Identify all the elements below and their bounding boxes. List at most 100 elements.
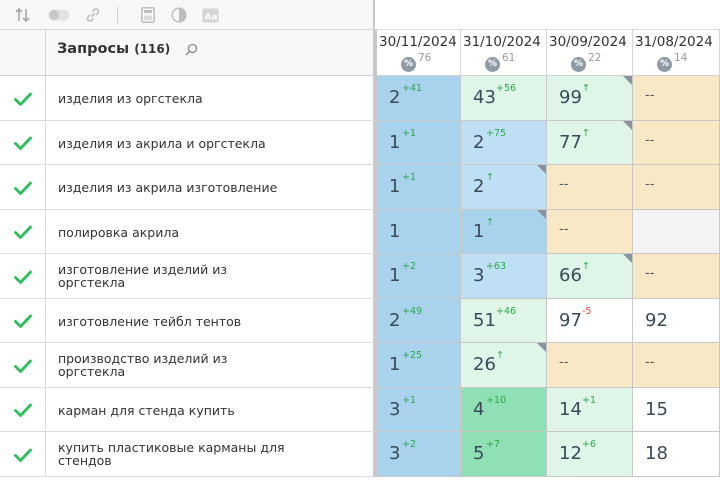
row-select-checkbox[interactable] xyxy=(0,254,46,299)
position-cell[interactable]: 1 +1 xyxy=(375,165,461,210)
query-cell[interactable]: изделия из оргстекла xyxy=(46,76,375,121)
position-value: 3 xyxy=(389,443,401,464)
position-change: ↑ xyxy=(582,261,590,272)
row-select-checkbox[interactable] xyxy=(0,299,46,343)
position-cell[interactable]: 4 +10 xyxy=(461,388,547,432)
position-change: +7 xyxy=(486,439,501,450)
row-select-checkbox[interactable] xyxy=(0,388,46,432)
checkmark-icon xyxy=(14,270,32,284)
position-cell[interactable]: 3 +63 xyxy=(461,254,547,299)
no-position: -- xyxy=(645,355,655,370)
position-change: ↑ xyxy=(486,217,494,228)
position-cell[interactable]: 43 +56 xyxy=(461,76,547,121)
contrast-icon[interactable] xyxy=(171,6,187,24)
position-cell[interactable]: 1 +1 xyxy=(375,121,461,165)
position-cell[interactable] xyxy=(633,210,720,254)
position-cell[interactable]: 77 ↑ xyxy=(547,121,633,165)
query-cell[interactable]: изделия из акрила изготовление xyxy=(46,165,375,210)
date-label: 31/08/2024 xyxy=(635,34,713,50)
calculator-icon[interactable] xyxy=(140,6,156,24)
date-column-header[interactable]: 30/11/2024% 76 xyxy=(375,30,461,76)
query-column-header[interactable]: Запросы (116) xyxy=(46,30,375,76)
query-cell[interactable]: изготовление тейбл тентов xyxy=(46,299,375,343)
position-value: 92 xyxy=(645,310,668,331)
row-select-checkbox[interactable] xyxy=(0,343,46,388)
position-value: 5 xyxy=(473,443,485,464)
query-cell[interactable]: изделия из акрила и оргстекла xyxy=(46,121,375,165)
position-cell[interactable]: -- xyxy=(547,210,633,254)
row-select-checkbox[interactable] xyxy=(0,432,46,477)
row-select-checkbox[interactable] xyxy=(0,121,46,165)
query-cell[interactable]: карман для стенда купить xyxy=(46,388,375,432)
position-cell[interactable]: -- xyxy=(633,165,720,210)
position-cell[interactable]: 3 +1 xyxy=(375,388,461,432)
position-change: +10 xyxy=(486,395,507,406)
position-cell[interactable]: 3 +2 xyxy=(375,432,461,477)
position-cell[interactable]: 1 +25 xyxy=(375,343,461,388)
position-cell[interactable]: 51 +46 xyxy=(461,299,547,343)
position-cell[interactable]: -- xyxy=(633,343,720,388)
date-label: 31/10/2024 xyxy=(463,34,541,50)
position-cell[interactable]: 66 ↑ xyxy=(547,254,633,299)
position-cell[interactable]: 26 ↑ xyxy=(461,343,547,388)
position-cell[interactable]: -- xyxy=(547,165,633,210)
position-change: -5 xyxy=(582,306,592,317)
position-cell[interactable]: 18 xyxy=(633,432,720,477)
page-title: Запросы (116) xyxy=(57,41,170,57)
visibility-percent: 61 xyxy=(502,52,516,64)
position-cell[interactable]: 2 +49 xyxy=(375,299,461,343)
position-value: 2 xyxy=(473,132,485,153)
query-cell[interactable]: купить пластиковые карманы для стендов xyxy=(46,432,375,477)
query-cell[interactable]: производство изделий из оргстекла xyxy=(46,343,375,388)
position-cell[interactable]: 2 +41 xyxy=(375,76,461,121)
date-column-header[interactable]: 31/10/2024% 61 xyxy=(461,30,547,76)
position-cell[interactable]: 99 ↑ xyxy=(547,76,633,121)
percent-icon: % xyxy=(571,57,586,72)
position-cell[interactable]: -- xyxy=(633,254,720,299)
position-change: ↑ xyxy=(486,172,494,183)
position-cell[interactable]: 2 +75 xyxy=(461,121,547,165)
position-cell[interactable]: 97 -5 xyxy=(547,299,633,343)
query-text: изделия из оргстекла xyxy=(58,91,203,106)
position-change: +75 xyxy=(486,128,507,139)
position-cell[interactable]: 1 xyxy=(375,210,461,254)
position-cell[interactable]: 14 +1 xyxy=(547,388,633,432)
checkmark-icon xyxy=(14,136,32,150)
query-text: изготовление тейбл тентов xyxy=(58,314,242,329)
percent-icon: % xyxy=(485,57,500,72)
toggle-icon[interactable] xyxy=(48,6,70,24)
select-column-header xyxy=(0,30,46,76)
row-select-checkbox[interactable] xyxy=(0,210,46,254)
position-value: 15 xyxy=(645,399,668,420)
position-cell[interactable]: 2 ↑ xyxy=(461,165,547,210)
row-select-checkbox[interactable] xyxy=(0,76,46,121)
sort-icon[interactable] xyxy=(14,6,32,24)
position-value: 2 xyxy=(473,176,485,197)
toolbar-right-area xyxy=(375,0,720,30)
query-cell[interactable]: изготовление изделий из оргстекла xyxy=(46,254,375,299)
query-cell[interactable]: полировка акрила xyxy=(46,210,375,254)
position-cell[interactable]: 5 +7 xyxy=(461,432,547,477)
position-cell[interactable]: 1 +2 xyxy=(375,254,461,299)
position-cell[interactable]: -- xyxy=(633,76,720,121)
date-column-header[interactable]: 31/08/2024% 14 xyxy=(633,30,720,76)
query-text: изготовление изделий из оргстекла xyxy=(58,262,228,290)
font-icon[interactable]: Aa xyxy=(202,6,219,24)
query-text: изделия из акрила изготовление xyxy=(58,180,278,195)
link-icon[interactable] xyxy=(84,6,102,24)
search-icon[interactable] xyxy=(185,41,199,56)
position-change: ↑ xyxy=(582,83,590,94)
row-select-checkbox[interactable] xyxy=(0,165,46,210)
position-cell[interactable]: -- xyxy=(633,121,720,165)
position-cell[interactable]: 1 ↑ xyxy=(461,210,547,254)
checkmark-icon xyxy=(14,359,32,373)
visibility-percent: 22 xyxy=(588,52,602,64)
position-change: +63 xyxy=(486,261,507,272)
position-cell[interactable]: 12 +6 xyxy=(547,432,633,477)
date-column-header[interactable]: 30/09/2024% 22 xyxy=(547,30,633,76)
no-position: -- xyxy=(645,133,655,148)
position-cell[interactable]: 15 xyxy=(633,388,720,432)
position-cell[interactable]: -- xyxy=(547,343,633,388)
position-value: 3 xyxy=(473,265,485,286)
position-cell[interactable]: 92 xyxy=(633,299,720,343)
